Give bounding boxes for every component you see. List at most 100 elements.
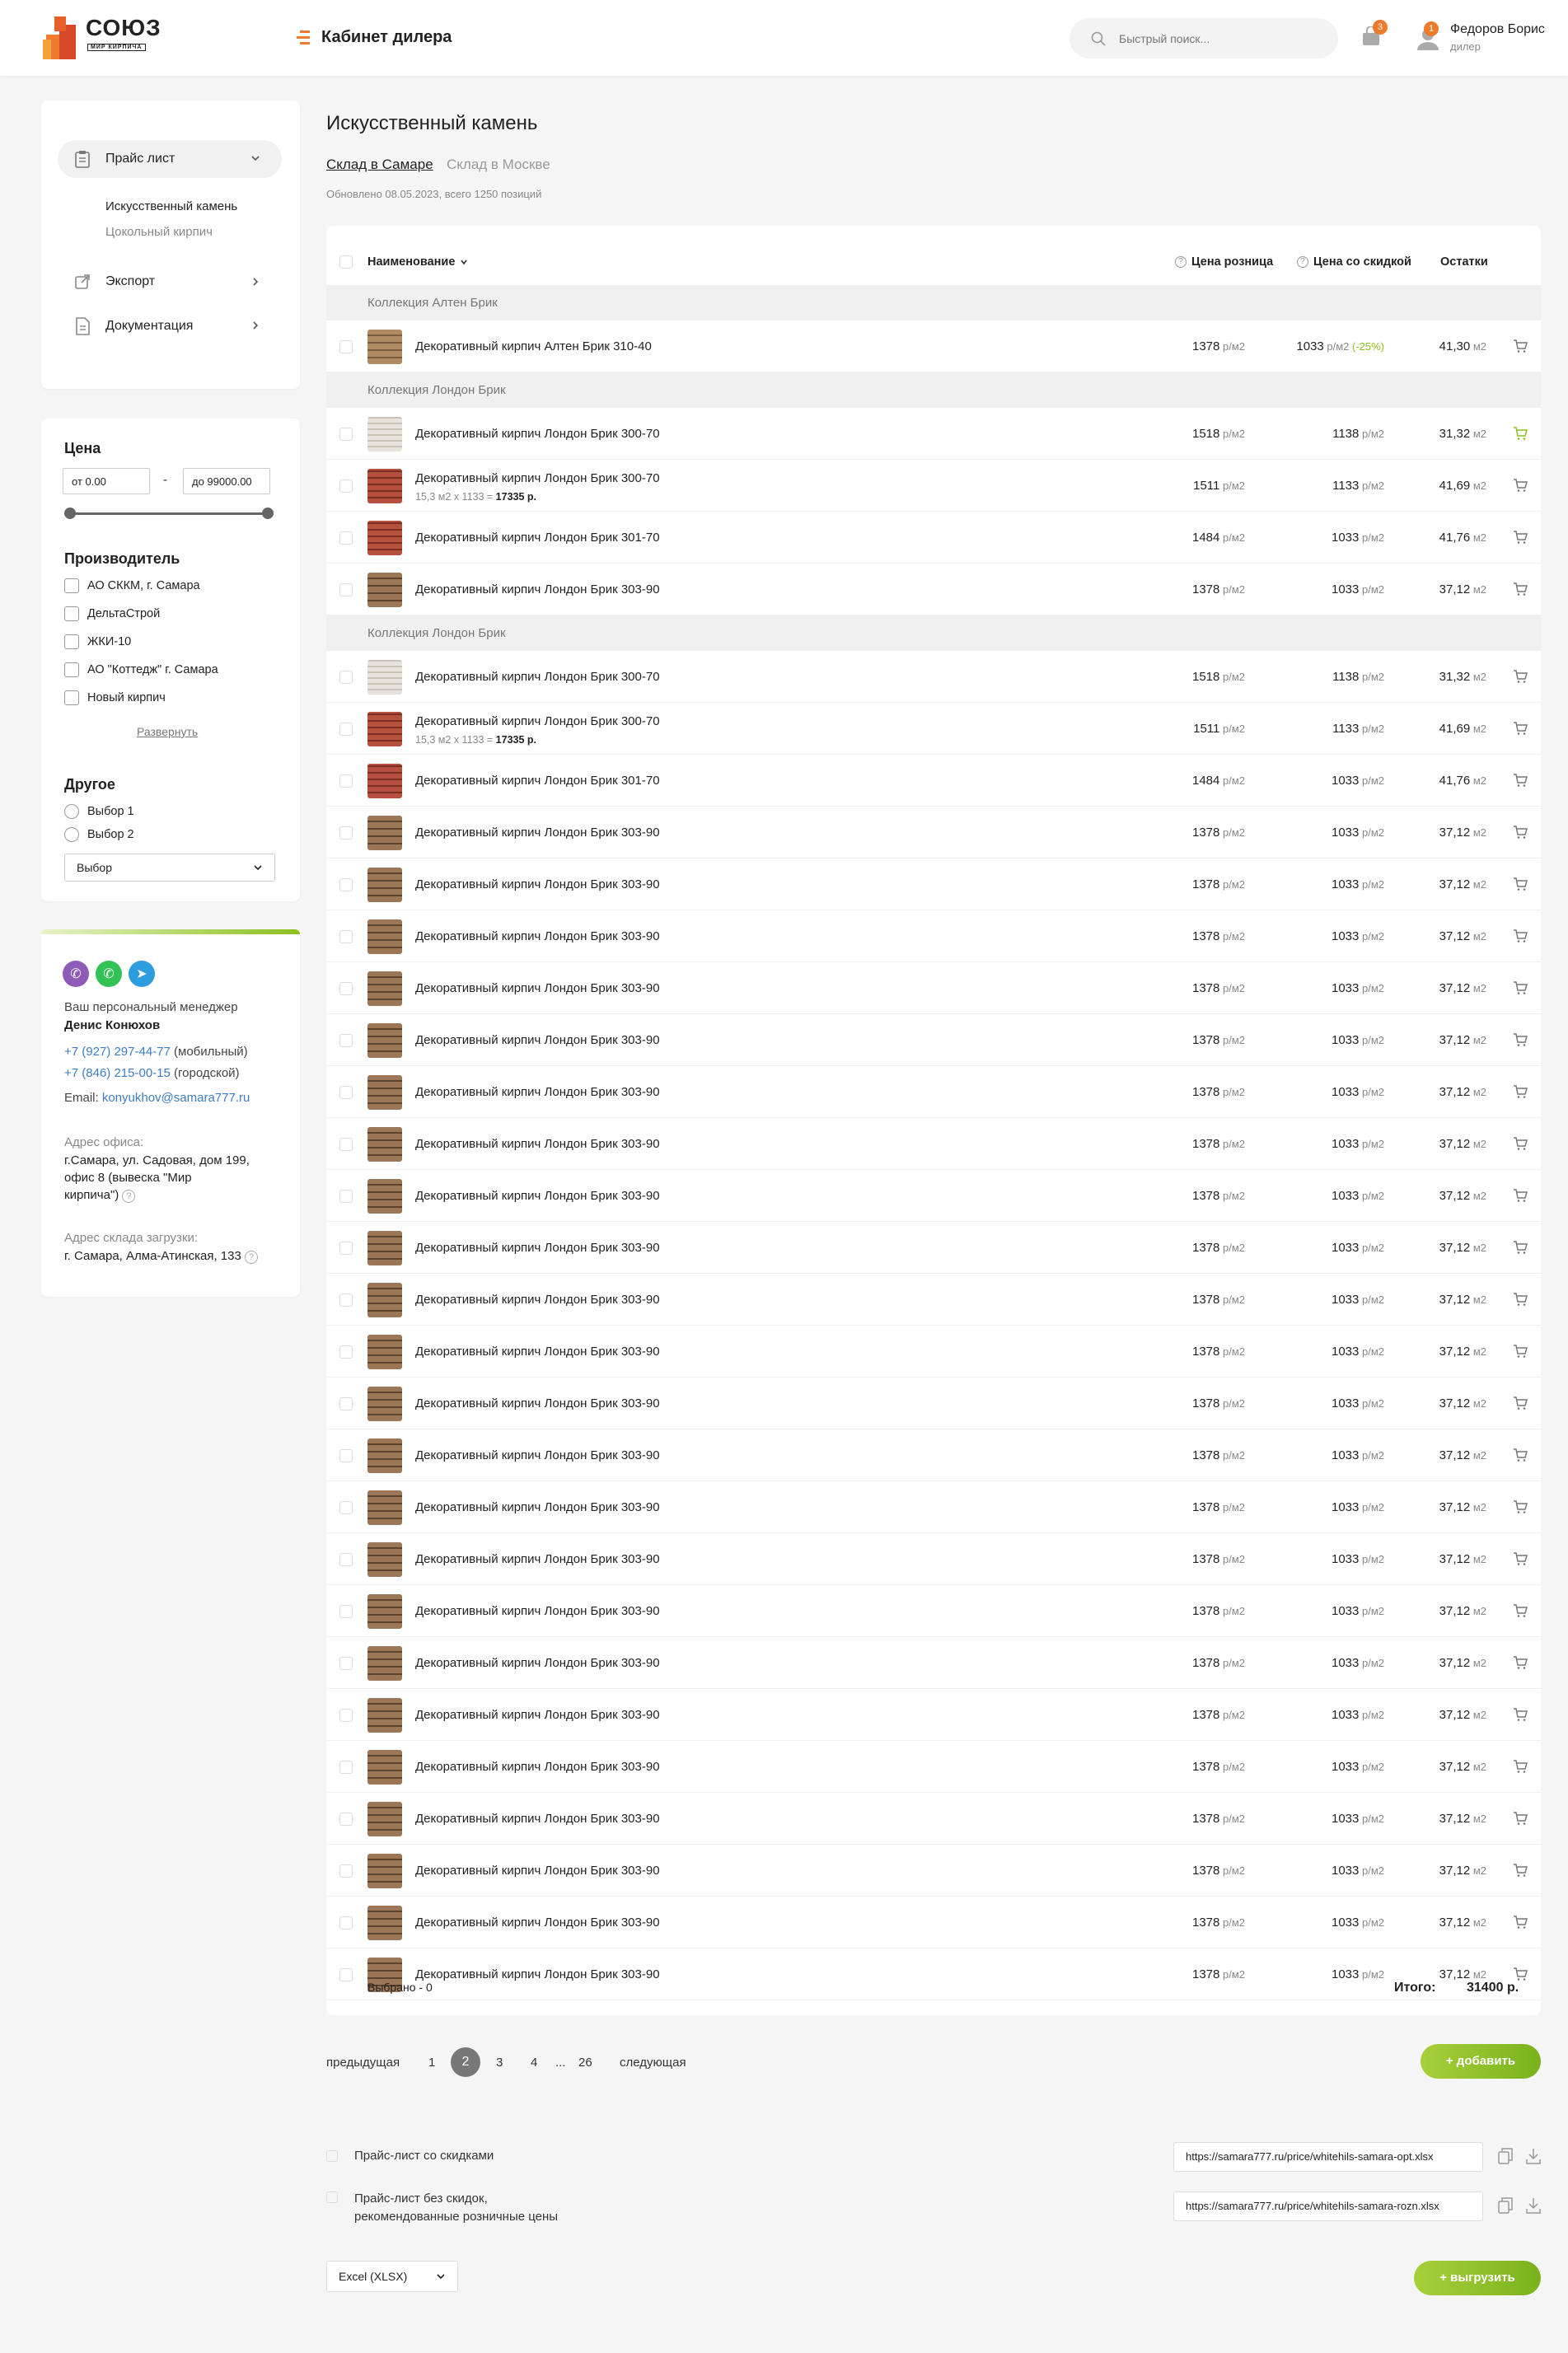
add-to-cart-icon[interactable] [1513, 929, 1528, 943]
user-avatar[interactable]: 1 [1414, 21, 1447, 54]
table-row[interactable]: Декоративный кирпич Лондон Брик 303-90 13… [326, 1533, 1541, 1585]
add-to-cart-icon[interactable] [1513, 426, 1528, 441]
table-row[interactable]: Декоративный кирпич Лондон Брик 303-90 13… [326, 1378, 1541, 1429]
add-button[interactable]: + добавить [1421, 2044, 1541, 2079]
add-to-cart-icon[interactable] [1513, 1448, 1528, 1462]
pricelist-url-field[interactable]: https://samara777.ru/price/whitehils-sam… [1173, 2192, 1483, 2221]
format-select[interactable]: Excel (XLSX) [326, 2261, 458, 2292]
add-to-cart-icon[interactable] [1513, 530, 1528, 545]
table-row[interactable]: Декоративный кирпич Лондон Брик 303-90 13… [326, 1170, 1541, 1222]
add-to-cart-icon[interactable] [1513, 1032, 1528, 1047]
add-to-cart-icon[interactable] [1513, 1136, 1528, 1151]
price-slider-min-handle[interactable] [64, 508, 76, 519]
maker-option[interactable]: АО СККМ, г. Самара [64, 578, 200, 593]
help-icon[interactable]: ? [245, 1251, 258, 1264]
chevron-down-icon[interactable] [250, 153, 260, 163]
add-to-cart-icon[interactable] [1513, 1499, 1528, 1514]
maker-option[interactable]: ДельтаСтрой [64, 606, 160, 621]
nav-item-pricelist[interactable]: Прайс лист [74, 150, 175, 168]
pricelist-discount[interactable]: Прайс-лист со скидками [326, 2149, 494, 2163]
radio-option[interactable]: Выбор 1 [64, 804, 134, 819]
maker-option[interactable]: АО "Коттедж" г. Самара [64, 662, 218, 677]
checkbox[interactable] [64, 690, 79, 705]
add-to-cart-icon[interactable] [1513, 877, 1528, 891]
user-name[interactable]: Федоров Борис [1450, 22, 1545, 37]
add-to-cart-icon[interactable] [1513, 1344, 1528, 1359]
add-to-cart-icon[interactable] [1513, 1551, 1528, 1566]
add-to-cart-icon[interactable] [1513, 1084, 1528, 1099]
add-to-cart-icon[interactable] [1513, 1292, 1528, 1307]
price-slider-track[interactable] [69, 512, 267, 515]
column-header-name[interactable]: Наименование [367, 255, 468, 269]
email-link[interactable]: konyukhov@samara777.ru [102, 1091, 250, 1105]
table-row[interactable]: Декоративный кирпич Лондон Брик 303-90 13… [326, 1118, 1541, 1170]
telegram-icon[interactable]: ➤ [129, 961, 155, 987]
price-from-input[interactable] [63, 468, 150, 494]
add-to-cart-icon[interactable] [1513, 582, 1528, 596]
table-row[interactable]: Декоративный кирпич Лондон Брик 303-90 13… [326, 962, 1541, 1014]
add-to-cart-icon[interactable] [1513, 1915, 1528, 1930]
table-row[interactable]: Декоративный кирпич Лондон Брик 300-70 15… [326, 651, 1541, 703]
search-input[interactable] [1119, 31, 1317, 45]
add-to-cart-icon[interactable] [1513, 1188, 1528, 1203]
chevron-right-icon[interactable] [250, 277, 260, 287]
pagination-page-current[interactable]: 2 [451, 2047, 480, 2077]
table-row[interactable]: Декоративный кирпич Лондон Брик 303-90 13… [326, 807, 1541, 858]
table-row[interactable]: Декоративный кирпич Лондон Брик 303-90 13… [326, 1948, 1541, 2000]
add-to-cart-icon[interactable] [1513, 980, 1528, 995]
price-to-input[interactable] [183, 468, 270, 494]
table-row[interactable]: Декоративный кирпич Лондон Брик 303-90 13… [326, 1014, 1541, 1066]
checkbox[interactable] [326, 2150, 338, 2162]
add-to-cart-icon[interactable] [1513, 339, 1528, 353]
radio[interactable] [64, 827, 79, 842]
table-row[interactable]: Декоративный кирпич Лондон Брик 303-90 13… [326, 1585, 1541, 1637]
checkbox[interactable] [64, 606, 79, 621]
column-header-retail[interactable]: ? Цена розница [1175, 255, 1273, 269]
radio[interactable] [64, 804, 79, 819]
add-to-cart-icon[interactable] [1513, 1396, 1528, 1410]
checkbox[interactable] [64, 578, 79, 593]
add-to-cart-icon[interactable] [1513, 773, 1528, 788]
add-to-cart-icon[interactable] [1513, 478, 1528, 493]
maker-option[interactable]: ЖКИ-10 [64, 634, 131, 649]
sub-item-brick[interactable]: Цокольный кирпич [105, 225, 213, 239]
radio-option[interactable]: Выбор 2 [64, 827, 134, 842]
tab-samara[interactable]: Склад в Самаре [326, 157, 433, 173]
table-row[interactable]: Декоративный кирпич Лондон Брик 303-90 13… [326, 1637, 1541, 1689]
maker-option[interactable]: Новый кирпич [64, 690, 166, 705]
checkbox[interactable] [64, 662, 79, 677]
pagination-prev[interactable]: предыдущая [326, 2056, 400, 2070]
search-box[interactable] [1070, 18, 1338, 58]
table-row[interactable]: Декоративный кирпич Лондон Брик 303-90 13… [326, 1689, 1541, 1741]
table-row[interactable]: Декоративный кирпич Лондон Брик 303-90 13… [326, 858, 1541, 910]
table-row[interactable]: Декоративный кирпич Лондон Брик 303-90 13… [326, 1897, 1541, 1948]
pagination-page[interactable]: 1 [428, 2056, 435, 2070]
add-to-cart-icon[interactable] [1513, 1863, 1528, 1878]
table-row[interactable]: Декоративный кирпич Лондон Брик 301-70 14… [326, 512, 1541, 564]
export-button[interactable]: + выгрузить [1414, 2261, 1541, 2295]
price-slider-max-handle[interactable] [262, 508, 274, 519]
sub-item-stone[interactable]: Искусственный камень [105, 199, 237, 213]
add-to-cart-icon[interactable] [1513, 1603, 1528, 1618]
pagination-next[interactable]: следующая [620, 2056, 686, 2070]
other-select[interactable]: Выбор [64, 854, 275, 882]
table-row[interactable]: Декоративный кирпич Лондон Брик 303-90 13… [326, 1481, 1541, 1533]
pagination-page[interactable]: 4 [531, 2056, 537, 2070]
table-row[interactable]: Декоративный кирпич Лондон Брик 303-90 13… [326, 1741, 1541, 1793]
add-to-cart-icon[interactable] [1513, 1811, 1528, 1826]
pricelist-retail[interactable]: Прайс-лист без скидок, рекомендованные ро… [326, 2190, 558, 2226]
table-row[interactable]: Декоративный кирпич Лондон Брик 303-90 13… [326, 910, 1541, 962]
checkbox[interactable] [326, 2192, 338, 2203]
header-cart[interactable]: 3 [1361, 20, 1388, 48]
download-icon[interactable] [1524, 2196, 1542, 2215]
viber-icon[interactable]: ✆ [63, 961, 89, 987]
add-to-cart-icon[interactable] [1513, 1240, 1528, 1255]
select-all-checkbox[interactable] [339, 255, 353, 269]
checkbox[interactable] [64, 634, 79, 649]
whatsapp-icon[interactable]: ✆ [96, 961, 122, 987]
copy-icon[interactable] [1496, 2196, 1514, 2215]
add-to-cart-icon[interactable] [1513, 1655, 1528, 1670]
table-row[interactable]: Декоративный кирпич Лондон Брик 303-90 13… [326, 564, 1541, 615]
chevron-right-icon[interactable] [250, 320, 260, 330]
add-to-cart-icon[interactable] [1513, 1967, 1528, 1981]
